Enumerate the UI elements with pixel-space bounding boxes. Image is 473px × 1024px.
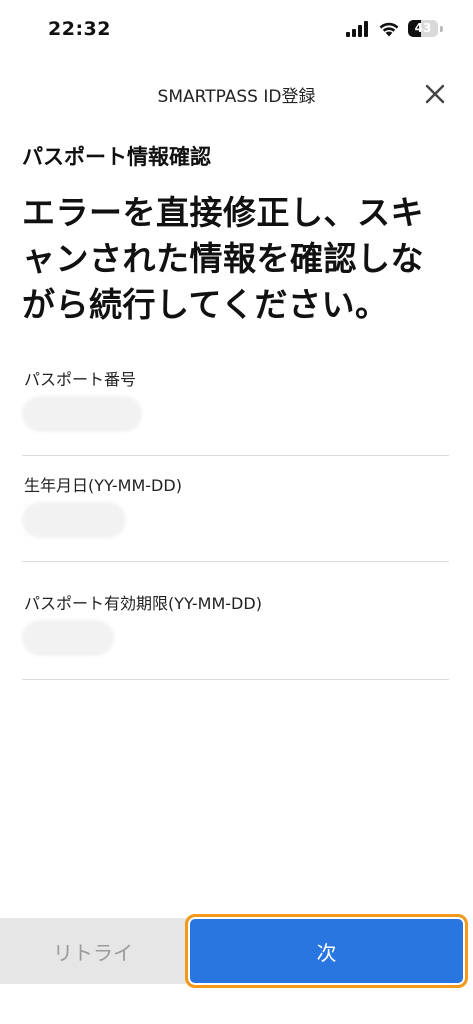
battery-level: 43 xyxy=(414,21,432,35)
section-title: パスポート情報確認 xyxy=(22,145,211,169)
nav-header: SMARTPASS ID登録 xyxy=(0,72,473,116)
next-button[interactable]: 次 xyxy=(185,914,468,988)
close-icon xyxy=(425,84,445,104)
field-label: 生年月日(YY-MM-DD) xyxy=(24,476,182,495)
birth-date-input[interactable] xyxy=(22,502,126,538)
cellular-signal-icon xyxy=(346,20,368,37)
status-icons: 43 xyxy=(346,20,443,37)
status-bar: 22:32 43 xyxy=(0,0,473,60)
field-underline xyxy=(22,561,449,562)
passport-number-input[interactable] xyxy=(22,396,142,432)
passport-expiry-field: パスポート有効期限(YY-MM-DD) xyxy=(22,590,449,680)
passport-number-field: パスポート番号 xyxy=(22,366,449,456)
wifi-icon xyxy=(379,22,399,36)
birth-date-field: 生年月日(YY-MM-DD) xyxy=(22,472,449,562)
status-time: 22:32 xyxy=(48,18,111,40)
field-label: パスポート番号 xyxy=(24,370,137,389)
field-underline xyxy=(22,455,449,456)
page-title: SMARTPASS ID登録 xyxy=(157,87,316,107)
retry-button[interactable]: リトライ xyxy=(0,918,186,984)
battery-icon: 43 xyxy=(408,20,438,37)
passport-expiry-input[interactable] xyxy=(22,620,114,656)
instruction-text: エラーを直接修正し、スキャンされた情報を確認しながら続行してください。 xyxy=(22,193,424,324)
field-underline xyxy=(22,679,449,680)
close-button[interactable] xyxy=(419,78,451,110)
field-label: パスポート有効期限(YY-MM-DD) xyxy=(24,594,262,613)
bottom-action-bar: リトライ 次 xyxy=(0,914,473,988)
battery-nub xyxy=(440,25,443,32)
